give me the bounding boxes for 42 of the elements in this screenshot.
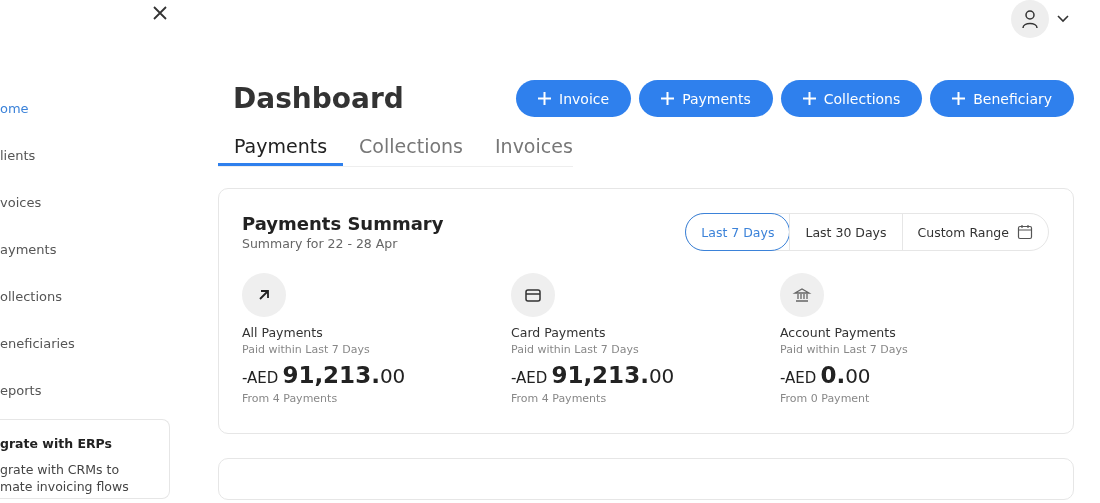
range-option[interactable]: Custom Range [901, 214, 1048, 250]
plus-icon [952, 92, 966, 105]
chevron-down-icon[interactable] [1057, 15, 1069, 23]
sidebar-item[interactable]: eports [0, 378, 170, 425]
range-option[interactable]: Last 30 Days [789, 214, 902, 250]
add-button[interactable]: Collections [780, 80, 923, 117]
tab[interactable]: Payments [218, 127, 344, 166]
calendar-icon [1017, 224, 1033, 240]
metric-caption: Paid within Last 7 Days [511, 343, 640, 356]
metric-amount: -AED 91,213.00 [511, 362, 676, 388]
page-title: Dashboard [233, 82, 404, 115]
metric-amount: -AED 0.00 [780, 362, 872, 388]
sidebar-item[interactable]: eneficiaries [0, 331, 170, 378]
tab[interactable]: Collections [343, 127, 479, 166]
add-button[interactable]: Invoice [516, 80, 632, 117]
promo-text: grate with CRMs to mate invoicing flows [0, 461, 130, 495]
sidebar-item[interactable]: lients [0, 143, 170, 190]
metric-title: Account Payments [780, 325, 897, 340]
plus-icon [538, 92, 552, 105]
metric-amount: -AED 91,213.00 [242, 362, 407, 388]
promo-title: grate with ERPs [0, 436, 113, 451]
sidebar-item[interactable]: ollections [0, 284, 170, 331]
metric-footnote: From 4 Payments [242, 392, 339, 405]
card-subtitle: Summary for 22 - 28 Apr [242, 236, 399, 251]
metric-title: Card Payments [511, 325, 607, 340]
close-icon[interactable] [152, 5, 168, 21]
sidebar-item[interactable]: ayments [0, 237, 170, 284]
metric-footnote: From 4 Payments [511, 392, 608, 405]
metric-title: All Payments [242, 325, 324, 340]
add-button[interactable]: Payments [639, 80, 773, 117]
metric-caption: Paid within Last 7 Days [242, 343, 371, 356]
plus-icon [661, 92, 675, 105]
tab[interactable]: Invoices [479, 127, 589, 166]
avatar[interactable] [1011, 0, 1049, 38]
sidebar-item[interactable]: voices [0, 190, 170, 237]
sidebar-item[interactable]: ome [0, 96, 170, 143]
metric-caption: Paid within Last 7 Days [780, 343, 909, 356]
metric-footnote: From 0 Payment [780, 392, 871, 405]
plus-icon [802, 92, 816, 105]
user-icon [1020, 9, 1040, 29]
add-button[interactable]: Beneficiary [930, 80, 1074, 117]
card-title: Payments Summary [242, 213, 444, 234]
